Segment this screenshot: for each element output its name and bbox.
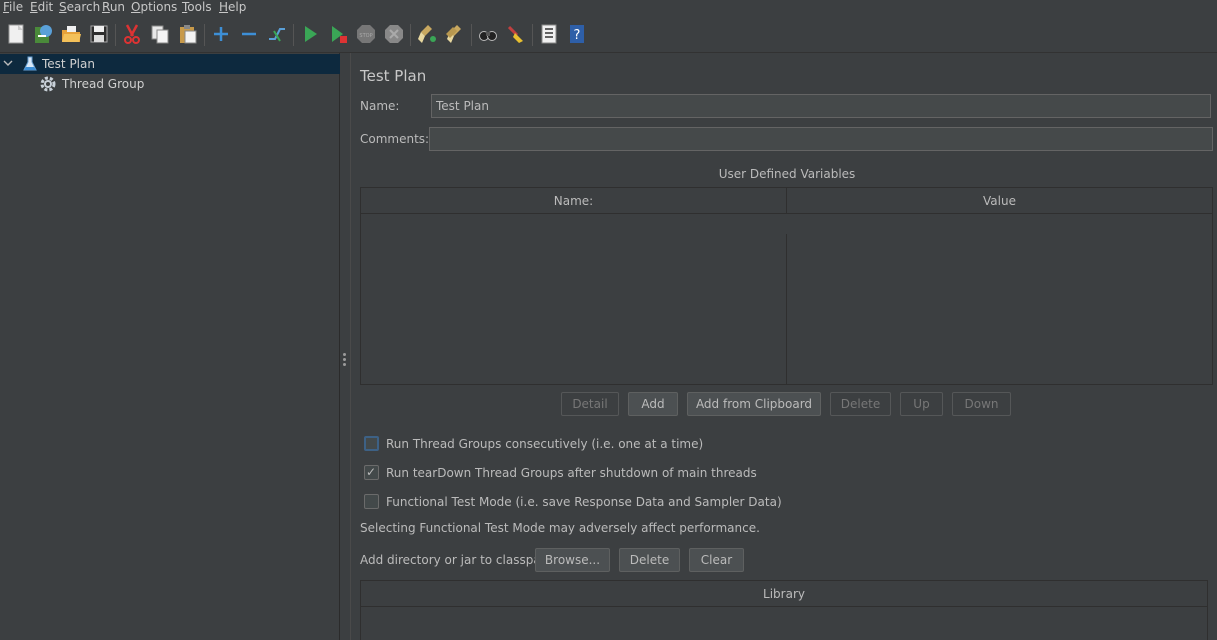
save-icon[interactable] [87, 22, 111, 46]
up-button[interactable]: Up [900, 392, 943, 416]
toolbar-separator [115, 24, 116, 46]
column-header-library[interactable]: Library [361, 581, 1207, 607]
shutdown-icon[interactable] [382, 22, 406, 46]
detail-button[interactable]: Detail [561, 392, 619, 416]
start-no-pause-icon[interactable] [326, 22, 350, 46]
clear-all-icon[interactable] [443, 22, 467, 46]
tree-item-label: Test Plan [42, 57, 95, 71]
checkbox-label: Run Thread Groups consecutively (i.e. on… [386, 436, 704, 451]
tree-item-test-plan[interactable]: Test Plan [0, 54, 340, 74]
function-helper-icon[interactable] [537, 22, 561, 46]
browse-button[interactable]: Browse... [535, 548, 610, 572]
user-defined-variables-title: User Defined Variables [718, 167, 856, 181]
tree-item-thread-group[interactable]: Thread Group [0, 74, 340, 94]
menu-edit[interactable]: Edit [30, 0, 53, 15]
functional-test-mode-option[interactable]: Functional Test Mode (i.e. save Response… [364, 494, 782, 509]
reset-search-icon[interactable] [504, 22, 528, 46]
menu-options[interactable]: Options [131, 0, 177, 15]
delete-classpath-button[interactable]: Delete [619, 548, 680, 572]
splitter-grip-icon[interactable] [343, 353, 347, 369]
menu-help[interactable]: Help [219, 0, 246, 15]
checkbox-label: Run tearDown Thread Groups after shutdow… [386, 465, 757, 480]
svg-text:?: ? [574, 28, 581, 43]
toolbar-separator [471, 24, 472, 46]
help-icon[interactable]: ? [565, 22, 589, 46]
toggle-icon[interactable] [265, 22, 289, 46]
toolbar-separator [410, 24, 411, 46]
down-button[interactable]: Down [952, 392, 1011, 416]
user-defined-variables-table[interactable]: Name: Value [360, 187, 1213, 385]
open-icon[interactable] [59, 22, 83, 46]
menu-file[interactable]: File [3, 0, 23, 15]
clear-icon[interactable] [415, 22, 439, 46]
run-consecutively-checkbox[interactable] [364, 436, 379, 451]
copy-icon[interactable] [148, 22, 172, 46]
add-from-clipboard-button[interactable]: Add from Clipboard [687, 392, 821, 416]
menu-tools[interactable]: Tools [182, 0, 212, 15]
run-teardown-checkbox[interactable]: ✓ [364, 465, 379, 480]
stop-icon[interactable]: STOP [354, 22, 378, 46]
functional-mode-warning: Selecting Functional Test Mode may adver… [360, 521, 760, 535]
checkmark-icon: ✓ [366, 465, 377, 479]
run-teardown-option[interactable]: ✓ Run tearDown Thread Groups after shutd… [364, 465, 757, 480]
checkbox-label: Functional Test Mode (i.e. save Response… [386, 494, 782, 509]
tree-item-label: Thread Group [62, 77, 145, 91]
column-header-name[interactable]: Name: [361, 188, 787, 214]
column-divider [786, 234, 787, 384]
paste-icon[interactable] [176, 22, 200, 46]
add-button[interactable]: Add [628, 392, 678, 416]
chevron-down-icon[interactable] [3, 58, 13, 68]
comments-field[interactable] [429, 127, 1213, 151]
test-plan-editor: Test Plan Name: Comments: User Defined V… [352, 53, 1217, 640]
functional-test-mode-checkbox[interactable] [364, 494, 379, 509]
collapse-icon[interactable] [237, 22, 261, 46]
name-field[interactable] [431, 94, 1211, 118]
toolbar-separator [204, 24, 205, 46]
toolbar-separator [293, 24, 294, 46]
new-icon[interactable] [4, 22, 28, 46]
flask-icon [23, 56, 37, 71]
templates-icon[interactable] [31, 22, 55, 46]
split-pane-divider[interactable] [341, 53, 351, 640]
run-consecutively-option[interactable]: Run Thread Groups consecutively (i.e. on… [364, 436, 703, 451]
cut-icon[interactable] [120, 22, 144, 46]
toolbar-separator [532, 24, 533, 46]
comments-label: Comments: [360, 132, 430, 146]
menu-run[interactable]: Run [102, 0, 125, 15]
gear-icon [40, 76, 56, 92]
expand-icon[interactable] [209, 22, 233, 46]
delete-variable-button[interactable]: Delete [830, 392, 891, 416]
svg-text:STOP: STOP [359, 33, 372, 39]
menu-bar: File Edit Search Run Options Tools Help [0, 0, 1217, 16]
clear-button[interactable]: Clear [689, 548, 744, 572]
column-header-value[interactable]: Value [787, 188, 1212, 214]
test-plan-tree: Test Plan Thread Group [0, 53, 340, 640]
menu-search[interactable]: Search [59, 0, 100, 15]
page-title: Test Plan [360, 67, 427, 85]
toolbar: STOP ? [0, 17, 1217, 53]
classpath-label: Add directory or jar to classpath [360, 553, 554, 567]
start-icon[interactable] [298, 22, 322, 46]
library-table[interactable]: Library [360, 580, 1208, 640]
search-icon[interactable] [476, 22, 500, 46]
name-label: Name: [360, 99, 400, 113]
